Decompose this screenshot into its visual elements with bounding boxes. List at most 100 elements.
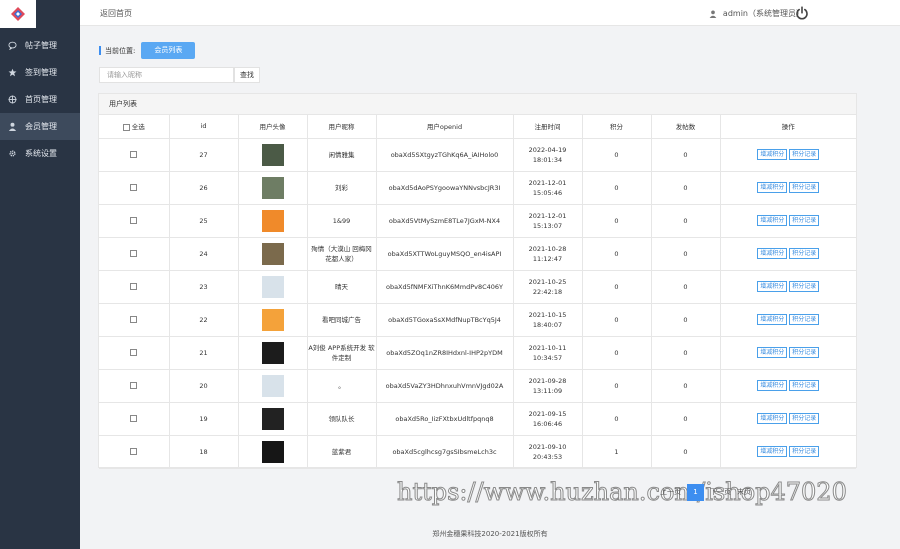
table-row: 27 闲情雅集 obaXd5SXtgyzTGhKq6A_iAIHolo0 2022-0… — [99, 138, 856, 172]
header-id: id — [169, 115, 239, 139]
row-select-cell — [99, 336, 170, 370]
points-record-button[interactable]: 积分记录 — [789, 413, 820, 424]
cell-ops: 增减积分 积分记录 — [720, 204, 856, 238]
row-checkbox[interactable] — [130, 250, 138, 257]
reg-time: 15:05:46 — [532, 188, 563, 197]
reg-date: 2021-12-01 — [528, 178, 567, 187]
reg-time: 13:11:09 — [532, 386, 563, 395]
avatar — [261, 275, 284, 298]
search-input[interactable]: 请输入昵称 — [99, 67, 234, 83]
last-page-button[interactable]: 末页 — [737, 484, 751, 501]
points-record-button[interactable]: 积分记录 — [789, 182, 820, 193]
reg-date: 2021-10-28 — [528, 244, 567, 253]
points-record-button[interactable]: 积分记录 — [789, 149, 820, 160]
row-checkbox[interactable] — [130, 448, 138, 455]
row-checkbox[interactable] — [130, 184, 138, 191]
reg-time: 15:13:07 — [532, 221, 563, 230]
adjust-points-button[interactable]: 增减积分 — [757, 446, 788, 457]
row-checkbox[interactable] — [130, 151, 138, 158]
gear-icon — [7, 149, 17, 159]
reg-date: 2021-12-01 — [528, 211, 567, 220]
avatar — [261, 440, 284, 463]
current-page-button[interactable]: 1 — [687, 484, 704, 501]
row-checkbox[interactable] — [130, 283, 138, 290]
admin-user[interactable]: admin（系统管理员） — [709, 8, 804, 19]
user-list-panel: 用户列表 全选 id 用户头像 用户昵称 用户openid 注册时间 积分 发帖… — [98, 93, 857, 469]
power-icon — [796, 6, 808, 20]
row-select-cell — [99, 435, 170, 469]
sidebar-item-3[interactable]: 会员管理 — [0, 113, 80, 140]
points-record-button[interactable]: 积分记录 — [789, 446, 820, 457]
cell-avatar — [238, 303, 308, 337]
sidebar-item-label: 首页管理 — [25, 95, 57, 104]
logout-button[interactable] — [795, 5, 809, 20]
sidebar-item-0[interactable]: 帖子管理 — [0, 32, 80, 59]
sidebar-item-4[interactable]: 系统设置 — [0, 140, 80, 167]
row-checkbox[interactable] — [130, 382, 138, 389]
points-record-button[interactable]: 积分记录 — [789, 215, 820, 226]
cell-points: 0 — [582, 369, 652, 403]
row-checkbox[interactable] — [130, 349, 138, 356]
cell-ops: 增减积分 积分记录 — [720, 171, 856, 205]
cell-openid: obaXd5SXtgyzTGhKq6A_iAIHolo0 — [376, 138, 514, 172]
avatar — [261, 143, 284, 166]
adjust-points-button[interactable]: 增减积分 — [757, 380, 788, 391]
sidebar-item-label: 帖子管理 — [25, 41, 57, 50]
adjust-points-button[interactable]: 增减积分 — [757, 413, 788, 424]
cell-reg-time: 2021-12-01 15:05:46 — [513, 171, 583, 205]
points-record-button[interactable]: 积分记录 — [789, 281, 820, 292]
adjust-points-button[interactable]: 增减积分 — [757, 347, 788, 358]
points-record-button[interactable]: 积分记录 — [789, 380, 820, 391]
adjust-points-button[interactable]: 增减积分 — [757, 281, 788, 292]
reg-date: 2021-10-15 — [528, 310, 567, 319]
header-openid: 用户openid — [376, 115, 514, 139]
logo[interactable] — [0, 0, 36, 28]
user-icon — [709, 10, 717, 18]
row-checkbox[interactable] — [130, 217, 138, 224]
row-select-cell — [99, 171, 170, 205]
cell-posts: 0 — [651, 270, 721, 304]
points-record-button[interactable]: 积分记录 — [789, 248, 820, 259]
table-row: 24 殉情（大漠山 回梅冈 花都人家） obaXd5XTTWoLguyMSQO_en… — [99, 237, 856, 271]
select-all-checkbox[interactable] — [122, 123, 130, 131]
row-checkbox[interactable] — [130, 316, 138, 323]
sidebar-menu: 帖子管理签到管理首页管理会员管理系统设置 — [0, 32, 80, 167]
cell-ops: 增减积分 积分记录 — [720, 435, 856, 469]
sidebar-item-label: 会员管理 — [25, 122, 57, 131]
points-record-button[interactable]: 积分记录 — [789, 314, 820, 325]
cell-id: 27 — [169, 138, 239, 172]
topbar: 返回首页 admin（系统管理员） — [80, 0, 900, 26]
next-page-button[interactable]: 下一页 — [710, 484, 731, 501]
reg-date: 2022-04-19 — [528, 145, 567, 154]
cell-points: 0 — [582, 336, 652, 370]
sidebar-item-2[interactable]: 首页管理 — [0, 86, 80, 113]
cell-openid: obaXd5ZOq1nZR8IHdxnl-IHP2pYDM — [376, 336, 514, 370]
adjust-points-button[interactable]: 增减积分 — [757, 182, 788, 193]
points-record-button[interactable]: 积分记录 — [789, 347, 820, 358]
adjust-points-button[interactable]: 增减积分 — [757, 149, 788, 160]
reg-time: 18:01:34 — [532, 155, 563, 164]
table-header-row: 全选 id 用户头像 用户昵称 用户openid 注册时间 积分 发帖数 操作 — [99, 115, 856, 139]
crosshair-icon — [7, 95, 17, 105]
reg-time: 18:40:07 — [532, 320, 563, 329]
breadcrumb-current[interactable]: 会员列表 — [141, 42, 196, 59]
back-home-link[interactable]: 返回首页 — [100, 8, 132, 19]
select-all-header[interactable]: 全选 — [99, 115, 170, 139]
cell-reg-time: 2021-10-15 18:40:07 — [513, 303, 583, 337]
search-button[interactable]: 查找 — [234, 67, 260, 83]
row-select-cell — [99, 204, 170, 238]
adjust-points-button[interactable]: 增减积分 — [757, 248, 788, 259]
adjust-points-button[interactable]: 增减积分 — [757, 215, 788, 226]
cell-ops: 增减积分 积分记录 — [720, 303, 856, 337]
cell-posts: 0 — [651, 237, 721, 271]
cell-avatar — [238, 204, 308, 238]
cell-avatar — [238, 369, 308, 403]
avatar — [261, 407, 284, 430]
adjust-points-button[interactable]: 增减积分 — [757, 314, 788, 325]
row-checkbox[interactable] — [130, 415, 138, 422]
reg-date: 2021-09-15 — [528, 409, 567, 418]
prev-page-button[interactable]: 上一页 — [660, 484, 681, 501]
cell-points: 0 — [582, 204, 652, 238]
cell-id: 21 — [169, 336, 239, 370]
sidebar-item-1[interactable]: 签到管理 — [0, 59, 80, 86]
